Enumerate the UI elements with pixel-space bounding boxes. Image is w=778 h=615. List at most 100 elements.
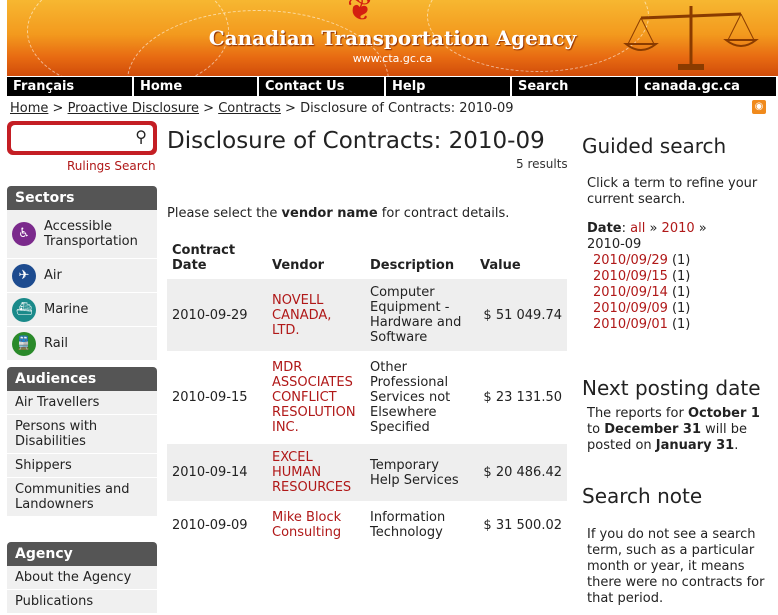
- column-header-date: Contract Date: [172, 243, 236, 273]
- search-icon[interactable]: ⚲: [135, 127, 147, 146]
- next-posting-end: December 31: [604, 422, 702, 437]
- next-posting-text: The reports for October 1 to December 31…: [587, 406, 772, 454]
- date-filter-label: Date: [587, 221, 622, 236]
- sector-item-label[interactable]: Rail: [44, 336, 68, 351]
- results-count: 5 results: [516, 157, 568, 171]
- wheelchair-icon: ♿: [12, 222, 36, 246]
- breadcrumb: Home > Proactive Disclosure > Contracts …: [10, 101, 514, 116]
- instructions-text: Please select the: [167, 206, 282, 221]
- date-filter-link[interactable]: 2010/09/14: [593, 285, 668, 300]
- date-filter-count: (1): [671, 285, 691, 300]
- date-filter-item: 2010/09/01 (1): [593, 317, 772, 333]
- nav-home[interactable]: Home: [134, 77, 259, 96]
- sector-item[interactable]: ♿ Accessible Transportation: [7, 210, 157, 259]
- agency-list: About the Agency Publications: [7, 566, 157, 614]
- audience-item[interactable]: Air Travellers: [7, 391, 157, 415]
- nav-help[interactable]: Help: [386, 77, 512, 96]
- breadcrumb-separator: >: [199, 101, 219, 116]
- next-posting-heading: Next posting date: [582, 376, 761, 400]
- agency-heading: Agency: [7, 542, 157, 566]
- audiences-heading: Audiences: [7, 367, 157, 391]
- date-filter-separator: »: [694, 221, 707, 236]
- search-note-heading: Search note: [582, 484, 703, 508]
- date-filter-list: 2010/09/29 (1) 2010/09/15 (1) 2010/09/14 (1) 2…: [587, 253, 772, 333]
- date-filter-all[interactable]: all: [630, 221, 645, 236]
- sector-item-label[interactable]: Accessible Transportation: [44, 219, 157, 249]
- ship-icon: ⛴: [12, 297, 36, 322]
- next-posting-text-part: .: [734, 438, 739, 453]
- date-filter-link[interactable]: 2010/09/15: [593, 269, 668, 284]
- date-filter-count: (1): [671, 269, 691, 284]
- top-navigation: Français Home Contact Us Help Search canada.g…: [7, 77, 778, 96]
- sectors-list: ♿ Accessible Transportation ✈ Air ⛴ Marine 🚆 Ra…: [7, 210, 157, 361]
- vendor-link[interactable]: NOVELL CANADA, LTD.: [272, 293, 331, 338]
- description-cell: Temporary Help Services: [365, 441, 475, 503]
- breadcrumb-separator: >: [280, 101, 301, 116]
- nav-fran-ais[interactable]: Français: [7, 77, 134, 96]
- audiences-list: Air Travellers Persons with Disabilities S…: [7, 391, 157, 517]
- breadcrumb-proactive-disclosure[interactable]: Proactive Disclosure: [68, 101, 199, 116]
- next-posting-text-part: to: [587, 422, 605, 437]
- train-icon: 🚆: [12, 331, 36, 356]
- date-filter-link[interactable]: 2010/09/09: [593, 301, 668, 316]
- nav-canada-gc-ca[interactable]: canada.gc.ca: [638, 77, 778, 96]
- maple-leaf-icon: ❦: [347, 0, 374, 28]
- date-filter-count: (1): [671, 317, 691, 332]
- instructions-emphasis: vendor name: [281, 206, 378, 221]
- guided-search-intro: Click a term to refine your current sear…: [587, 176, 758, 207]
- next-posting-date: January 31: [655, 438, 735, 453]
- description-cell: Other Professional Services not Elsewher…: [365, 351, 475, 443]
- breadcrumb-home[interactable]: Home: [10, 101, 48, 116]
- breadcrumb-current: Disclosure of Contracts: 2010-09: [300, 101, 514, 116]
- search-input[interactable]: ⚲: [11, 125, 153, 151]
- sector-item[interactable]: ✈ Air: [7, 259, 157, 293]
- table-header-row: Contract Date Vendor Description Value: [167, 236, 567, 278]
- description-cell: Computer Equipment - Hardware and Softwa…: [365, 276, 475, 353]
- date-filter-link[interactable]: 2010/09/01: [593, 317, 668, 332]
- date-filter-count: (1): [671, 253, 691, 268]
- vendor-link[interactable]: Mike Block Consulting: [272, 510, 341, 540]
- vendor-link[interactable]: MDR ASSOCIATES CONFLICT RESOLUTION INC.: [272, 360, 356, 435]
- agency-item[interactable]: Publications: [7, 590, 157, 614]
- vendor-cell: MDR ASSOCIATES CONFLICT RESOLUTION INC.: [267, 351, 365, 443]
- date-filter-item: 2010/09/14 (1): [593, 285, 772, 301]
- instructions: Please select the vendor name for contra…: [167, 206, 509, 221]
- rss-feed-icon[interactable]: ◉: [752, 100, 766, 114]
- sector-item[interactable]: 🚆 Rail: [7, 327, 157, 361]
- value-cell: $ 31 500.02: [475, 501, 567, 546]
- audience-item[interactable]: Persons with Disabilities: [7, 415, 157, 454]
- nav-contact-us[interactable]: Contact Us: [259, 77, 386, 96]
- sector-item-label[interactable]: Air: [44, 268, 62, 283]
- sector-item-label[interactable]: Marine: [44, 302, 88, 317]
- date-filter-link[interactable]: 2010/09/29: [593, 253, 668, 268]
- next-posting-start: October 1: [687, 406, 760, 421]
- header-banner: ❦ Canadian Transportation Agency www.cta…: [7, 0, 778, 76]
- audience-item[interactable]: Shippers: [7, 454, 157, 478]
- site-title[interactable]: Canadian Transportation Agency: [7, 26, 778, 50]
- sector-item[interactable]: ⛴ Marine: [7, 293, 157, 327]
- agency-item[interactable]: About the Agency: [7, 566, 157, 590]
- table-row: 2010-09-09 Mike Block Consulting Informati…: [167, 501, 567, 546]
- audience-item[interactable]: Communities and Landowners: [7, 478, 157, 517]
- nav-search[interactable]: Search: [512, 77, 638, 96]
- site-search: ⚲: [7, 121, 157, 155]
- vendor-cell: NOVELL CANADA, LTD.: [267, 276, 365, 353]
- date-filter-item: 2010/09/09 (1): [593, 301, 772, 317]
- date-filter-item: 2010/09/29 (1): [593, 253, 772, 269]
- date-filter-year[interactable]: 2010: [662, 221, 695, 236]
- column-header-description: Description: [370, 258, 455, 273]
- next-posting-text-part: The reports for: [587, 406, 688, 421]
- table-row: 2010-09-29 NOVELL CANADA, LTD. Computer Eq…: [167, 276, 567, 353]
- date-filter-separator: »: [645, 221, 662, 236]
- table-row: 2010-09-14 EXCEL HUMAN RESOURCES Temporary…: [167, 441, 567, 503]
- vendor-link[interactable]: EXCEL HUMAN RESOURCES: [272, 450, 351, 495]
- date-filter-count: (1): [671, 301, 691, 316]
- rulings-search-link[interactable]: Rulings Search: [67, 159, 156, 173]
- page-title: Disclosure of Contracts: 2010-09: [167, 128, 545, 154]
- column-header-value: Value: [480, 258, 521, 273]
- contract-date-cell: 2010-09-15: [167, 351, 267, 443]
- contract-date-cell: 2010-09-09: [167, 501, 267, 546]
- site-url: www.cta.gc.ca: [352, 52, 433, 65]
- breadcrumb-separator: >: [48, 101, 68, 116]
- breadcrumb-contracts[interactable]: Contracts: [218, 101, 281, 116]
